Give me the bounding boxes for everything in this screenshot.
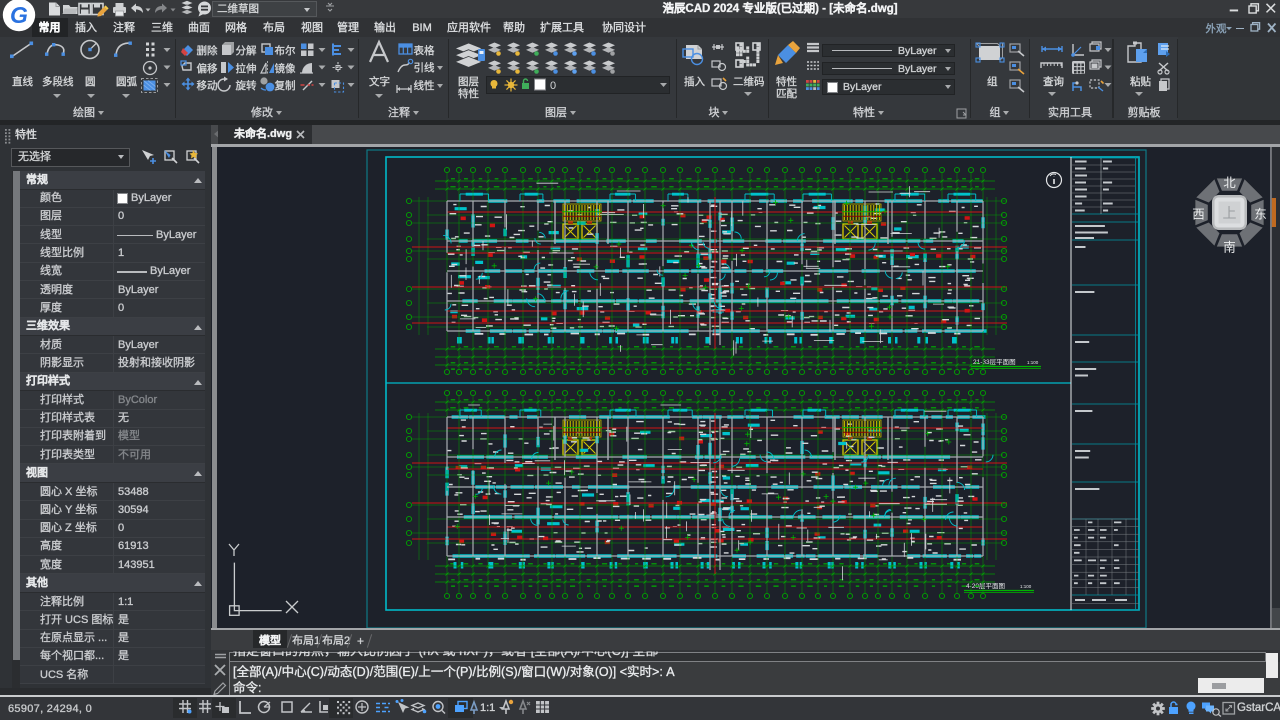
svg-text:西: 西 (1192, 208, 1205, 222)
svg-text:G: G (10, 2, 28, 28)
svg-text:东: 东 (1254, 208, 1267, 222)
svg-text:1:100: 1:100 (1027, 360, 1039, 365)
svg-text:上: 上 (1223, 205, 1237, 221)
svg-text:1:100: 1:100 (1020, 584, 1032, 589)
svg-text:北: 北 (1223, 176, 1236, 190)
svg-text:南: 南 (1223, 240, 1236, 255)
svg-text:4-20层平面图: 4-20层平面图 (966, 582, 1005, 590)
